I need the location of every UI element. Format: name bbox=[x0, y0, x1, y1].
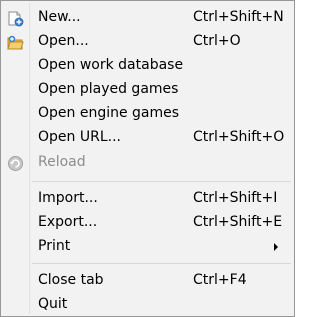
menu-item-label: Quit bbox=[38, 296, 68, 312]
menu-item-close-tab[interactable]: Close tab Ctrl+F4 bbox=[3, 269, 292, 293]
new-document-icon bbox=[7, 10, 24, 27]
menu-item-reload[interactable]: Reload bbox=[3, 151, 292, 175]
menu-item-open-work-database[interactable]: Open work database bbox=[3, 54, 292, 78]
menu-item-shortcut: Ctrl+Shift+N bbox=[193, 9, 284, 25]
menu-item-label: Open... bbox=[38, 33, 89, 49]
menu-item-open[interactable]: Open... Ctrl+O bbox=[3, 30, 292, 54]
menu-item-label: Reload bbox=[38, 154, 86, 170]
menu-item-import[interactable]: Import... Ctrl+Shift+I bbox=[3, 187, 292, 211]
menu-separator bbox=[32, 181, 291, 182]
menu-item-label: Open work database bbox=[38, 57, 184, 73]
menu-separator bbox=[32, 263, 291, 264]
menu-item-shortcut: Ctrl+O bbox=[193, 33, 241, 49]
menu-item-export[interactable]: Export... Ctrl+Shift+E bbox=[3, 211, 292, 235]
submenu-arrow-icon bbox=[274, 243, 278, 251]
menu-item-shortcut: Ctrl+Shift+O bbox=[193, 129, 285, 145]
menu-item-open-url[interactable]: Open URL... Ctrl+Shift+O bbox=[3, 126, 292, 150]
menu-item-label: Export... bbox=[38, 214, 98, 230]
menu-item-label: Open URL... bbox=[38, 129, 121, 145]
open-folder-icon bbox=[7, 34, 24, 51]
menu-item-print[interactable]: Print bbox=[3, 235, 292, 259]
menu-item-shortcut: Ctrl+Shift+I bbox=[193, 190, 278, 206]
menu-item-new[interactable]: New... Ctrl+Shift+N bbox=[3, 6, 292, 30]
menu-item-label: Open engine games bbox=[38, 105, 180, 121]
menu-item-open-played-games[interactable]: Open played games bbox=[3, 78, 292, 102]
menu-item-shortcut: Ctrl+Shift+E bbox=[193, 214, 283, 230]
menu-item-label: Print bbox=[38, 238, 71, 254]
file-menu: New... Ctrl+Shift+N Open... Ctrl+O Open … bbox=[0, 0, 295, 317]
reload-icon bbox=[7, 155, 24, 172]
menu-item-label: Open played games bbox=[38, 81, 179, 97]
menu-item-label: Import... bbox=[38, 190, 98, 206]
menu-item-shortcut: Ctrl+F4 bbox=[193, 272, 247, 288]
menu-item-quit[interactable]: Quit bbox=[3, 293, 292, 317]
menu-item-label: New... bbox=[38, 9, 81, 25]
menu-item-label: Close tab bbox=[38, 272, 104, 288]
menu-item-open-engine-games[interactable]: Open engine games bbox=[3, 102, 292, 126]
